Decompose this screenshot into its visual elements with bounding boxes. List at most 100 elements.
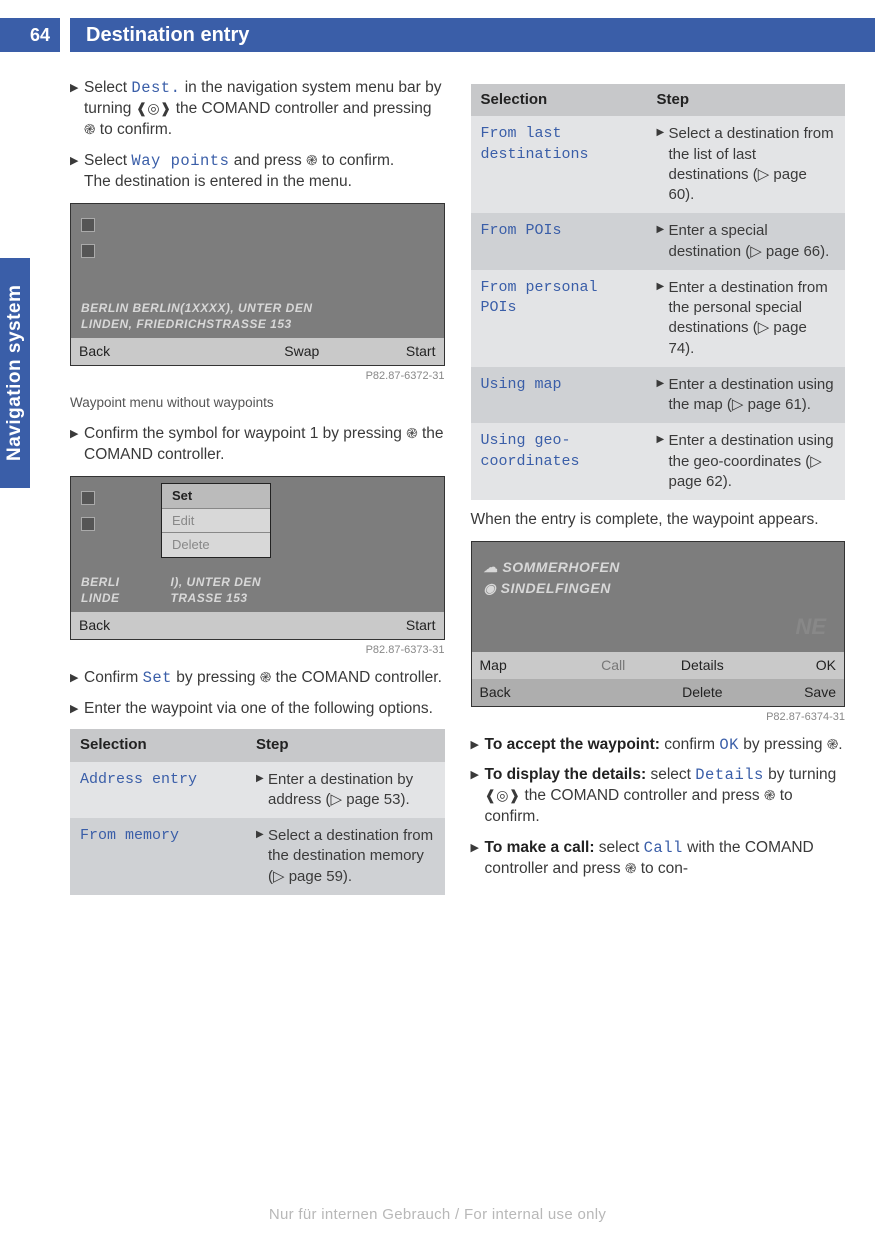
table-row: From memory ▶Select a destination from t… [70, 818, 445, 895]
instruction-step: ▶ To make a call: select Call with the C… [471, 838, 846, 880]
selection-table-2: Selection Step From last destinations▶Se… [471, 84, 846, 500]
table-row: From POIs▶Enter a special destination (▷… [471, 213, 846, 270]
turn-icon: ❰◎❱ [136, 100, 172, 116]
instruction-step: ▶ Select Dest. in the navigation system … [70, 78, 445, 141]
step-arrow-icon: ▶ [70, 151, 84, 193]
instruction-step: ▶ Confirm Set by pressing ֎ the COMAND c… [70, 668, 445, 689]
screenshot-id: P82.87-6372-31 [70, 369, 445, 384]
shot-softkey-bar: Back Swap Start [71, 338, 444, 365]
ui-term-set: Set [143, 669, 172, 687]
instruction-step: ▶ Confirm the symbol for waypoint 1 by p… [70, 424, 445, 466]
compass-ne: NE [795, 612, 826, 642]
turn-icon: ❰◎❱ [485, 787, 521, 803]
step-text: To accept the waypoint: confirm OK by pr… [485, 735, 846, 756]
page-title: Destination entry [70, 18, 875, 52]
shot-address-line: LINDEN, FRIEDRICHSTRASSE 153 [81, 316, 434, 332]
footer-watermark: Nur für internen Gebrauch / For internal… [0, 1206, 875, 1223]
popup-item-edit: Edit [162, 509, 270, 534]
table-row: Address entry ▶Enter a destination by ad… [70, 762, 445, 819]
press-icon: ֎ [84, 121, 95, 137]
table-header-row: Selection Step [471, 84, 846, 116]
shot-address-line: BERLIXXXXXXI), UNTER DEN [81, 574, 434, 590]
ui-term-waypoints: Way points [131, 152, 229, 170]
step-text: To make a call: select Call with the COM… [485, 838, 846, 880]
flag-icon [81, 491, 95, 505]
flag-icon [81, 218, 95, 232]
cell-selection: Address entry [70, 762, 246, 819]
page-number: 64 [0, 18, 60, 52]
instruction-step: ▶ Select Way points and press ֎ to confi… [70, 151, 445, 193]
step-arrow-icon: ▶ [471, 735, 485, 756]
softkey-map: Map [480, 656, 569, 675]
col-step: Step [246, 729, 445, 761]
screenshot-caption: Waypoint menu without waypoints [70, 394, 445, 412]
step-text: To display the details: select Details b… [485, 765, 846, 828]
step-arrow-icon: ▶ [471, 765, 485, 828]
press-icon: ֎ [827, 736, 838, 752]
press-icon: ֎ [306, 152, 317, 168]
header-band: 64 Destination entry [0, 18, 875, 52]
step-text: Enter the waypoint via one of the follow… [84, 699, 445, 720]
table-row: Using map▶Enter a destination using the … [471, 367, 846, 424]
screenshot-id: P82.87-6373-31 [70, 643, 445, 658]
step-text: Select Way points and press ֎ to confirm… [84, 151, 445, 193]
shot-softkey-bar: Map Call Details OK [472, 652, 845, 679]
step-text: Confirm Set by pressing ֎ the COMAND con… [84, 668, 445, 689]
shot-address-line: LINDEXXXXXXTRASSE 153 [81, 590, 434, 606]
cell-selection: From memory [70, 818, 246, 895]
shot-address-line: BERLIN BERLIN(1XXXX), UNTER DEN [81, 300, 434, 316]
instruction-step: ▶ Enter the waypoint via one of the foll… [70, 699, 445, 720]
popup-item-delete: Delete [162, 533, 270, 557]
step-arrow-icon: ▶ [70, 78, 84, 141]
softkey-details: Details [658, 656, 747, 675]
softkey-back: Back [79, 342, 168, 361]
cell-step: ▶Enter a destination by address (▷ page … [246, 762, 445, 819]
ui-term-details: Details [695, 766, 764, 784]
col-selection: Selection [70, 729, 246, 761]
table-row: From last destinations▶Select a destinat… [471, 116, 846, 213]
flag-icon [81, 244, 95, 258]
softkey-swap: Swap [257, 342, 346, 361]
softkey-start: Start [346, 616, 435, 635]
table-row: Using geo-coordinates▶Enter a destinatio… [471, 423, 846, 500]
waypoint-screenshot-2: Set Edit Delete BERLIXXXXXXI), UNTER DEN… [70, 476, 445, 640]
softkey-delete: Delete [658, 683, 747, 702]
softkey-back: Back [480, 683, 569, 702]
softkey-start: Start [346, 342, 435, 361]
waypoint-screenshot-3: ☁ SOMMERHOFEN ◉ SINDELFINGEN NE Map Call… [471, 541, 846, 707]
screenshot-id: P82.87-6374-31 [471, 710, 846, 725]
selection-table-1: Selection Step Address entry ▶Enter a de… [70, 729, 445, 895]
softkey-call: Call [569, 656, 658, 675]
table-row: From personal POIs▶Enter a destination f… [471, 270, 846, 367]
press-icon: ֎ [406, 425, 417, 441]
step-arrow-icon: ▶ [70, 668, 84, 689]
step-text: Confirm the symbol for waypoint 1 by pre… [84, 424, 445, 466]
content-area: ▶ Select Dest. in the navigation system … [70, 78, 845, 1181]
ui-term-dest: Dest. [131, 79, 180, 97]
waypoint-screenshot-1: BERLIN BERLIN(1XXXX), UNTER DEN LINDEN, … [70, 203, 445, 367]
shot-place-line: ☁ SOMMERHOFEN [484, 558, 833, 577]
press-icon: ֎ [260, 669, 271, 685]
ui-term-ok: OK [719, 736, 739, 754]
flag-icon [81, 517, 95, 531]
press-icon: ֎ [764, 787, 775, 803]
popup-menu: Set Edit Delete [161, 483, 271, 558]
step-text: Select Dest. in the navigation system me… [84, 78, 445, 141]
instruction-step: ▶ To display the details: select Details… [471, 765, 846, 828]
popup-item-set: Set [162, 484, 270, 509]
section-tab: Navigation system [0, 258, 30, 488]
shot-softkey-bar: Back Start [71, 612, 444, 639]
step-arrow-icon: ▶ [70, 424, 84, 466]
ui-term-call: Call [644, 839, 683, 857]
table-header-row: Selection Step [70, 729, 445, 761]
softkey-ok: OK [747, 656, 836, 675]
press-icon: ֎ [625, 860, 636, 876]
softkey-blank [168, 342, 257, 361]
step-arrow-icon: ▶ [471, 838, 485, 880]
step-arrow-icon: ▶ [70, 699, 84, 720]
instruction-step: ▶ To accept the waypoint: confirm OK by … [471, 735, 846, 756]
col-step: Step [647, 84, 846, 116]
softkey-save: Save [747, 683, 836, 702]
shot-place-line: ◉ SINDELFINGEN [484, 579, 833, 598]
shot-softkey-bar-2: Back Delete Save [472, 679, 845, 706]
